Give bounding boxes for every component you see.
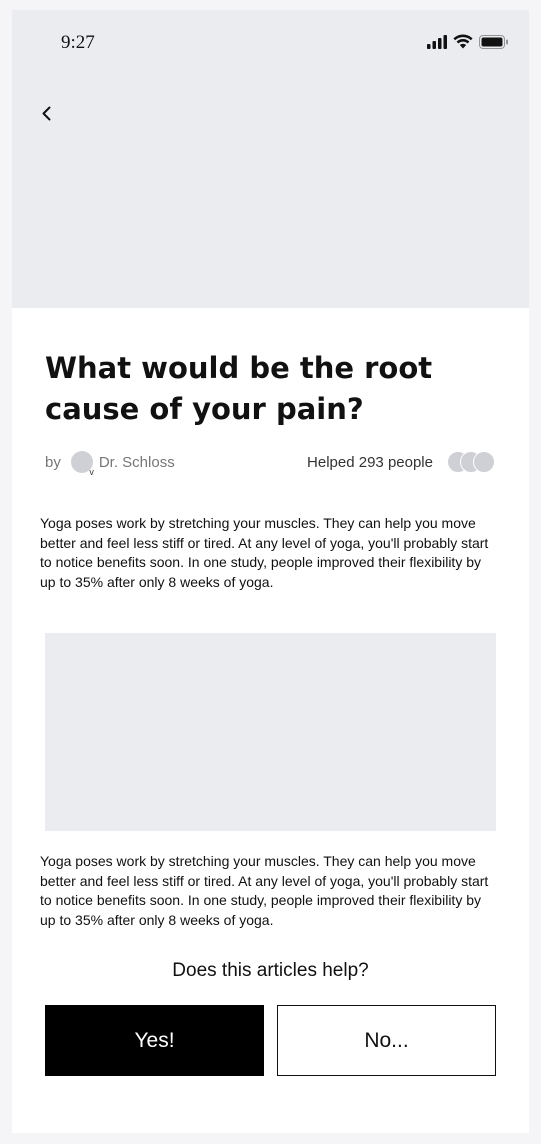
signal-icon	[427, 34, 447, 49]
back-button[interactable]	[36, 102, 60, 126]
chevron-left-icon	[42, 106, 51, 121]
feedback-panel: Does this articles help? Yes! No...	[12, 938, 529, 1133]
feedback-question: Does this articles help?	[172, 960, 369, 981]
hero-image-placeholder: 9:27	[12, 10, 529, 308]
wifi-icon	[453, 34, 473, 49]
no-button[interactable]: No...	[277, 1005, 496, 1076]
battery-icon	[479, 34, 508, 49]
helped-avatars	[447, 451, 495, 473]
helped-text: Helped 293 people	[307, 453, 433, 471]
status-icons	[427, 34, 509, 49]
article-title: What would be the root cause of your pai…	[45, 351, 433, 426]
author-info: by v Dr. Schloss	[45, 451, 175, 477]
helped-count: Helped 293 people	[307, 451, 495, 473]
article-meta: by v Dr. Schloss Helped 293 people	[45, 450, 495, 477]
article-paragraph: Yoga poses work by stretching your muscl…	[40, 515, 489, 590]
status-time: 9:27	[61, 32, 95, 53]
phone-screen: 9:27 What would be the root cause of you…	[12, 10, 529, 1133]
by-label: by	[45, 453, 61, 471]
author-avatar: v	[70, 451, 94, 477]
article-image-placeholder	[45, 633, 496, 831]
author-name[interactable]: Dr. Schloss	[99, 454, 175, 471]
article-paragraph: Yoga poses work by stretching your muscl…	[40, 853, 489, 928]
yes-button[interactable]: Yes!	[45, 1005, 264, 1076]
verified-badge: v	[89, 467, 94, 477]
avatar	[473, 451, 495, 473]
